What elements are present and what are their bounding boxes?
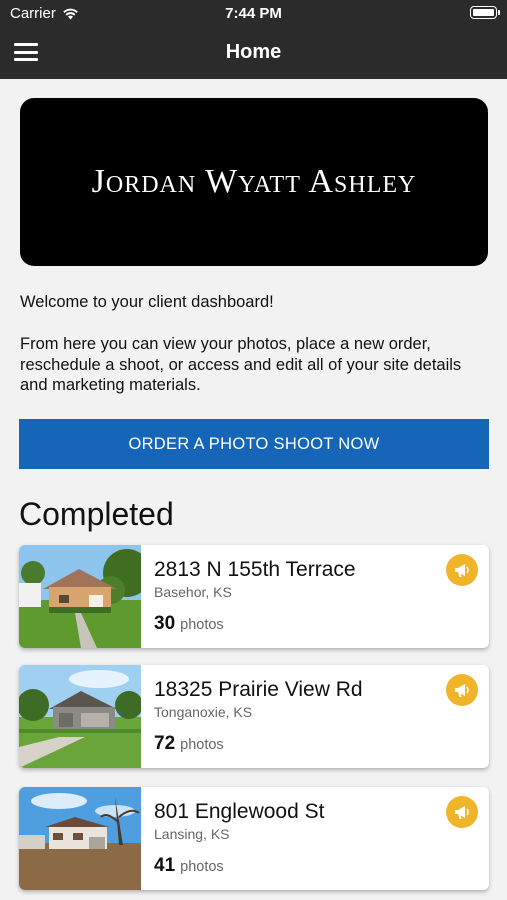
photo-count-value: 72	[154, 733, 176, 754]
photo-count-value: 41	[154, 855, 176, 876]
megaphone-icon[interactable]	[446, 796, 478, 828]
status-bar: Carrier 7:44 PM	[0, 0, 507, 26]
listing-city: Lansing, KS	[154, 826, 230, 842]
photo-count-label: photos	[180, 737, 224, 753]
listing-city: Tonganoxie, KS	[154, 704, 253, 720]
photo-count-value: 30	[154, 613, 176, 634]
listing-photo	[19, 665, 141, 768]
welcome-text: Welcome to your client dashboard!	[20, 293, 274, 311]
listing-photo-count: 41 photos	[154, 855, 224, 877]
photo-count-label: photos	[180, 617, 224, 633]
listing-photo-count: 30 photos	[154, 613, 224, 635]
listing-photo-count: 72 photos	[154, 733, 224, 755]
listing-photo	[19, 787, 141, 890]
page-title: Home	[225, 41, 282, 63]
listing-address: 18325 Prairie View Rd	[154, 678, 363, 701]
listing-city: Basehor, KS	[154, 584, 232, 600]
listing-card[interactable]: 2813 N 155th Terrace Basehor, KS 30 photo…	[19, 545, 489, 648]
nav-bar: Home	[0, 26, 507, 79]
listing-address: 801 Englewood St	[154, 800, 325, 823]
listing-address: 2813 N 155th Terrace	[154, 558, 356, 581]
battery-icon	[470, 6, 500, 19]
brand-logo: Jordan Wyatt Ashley	[20, 98, 488, 266]
listing-photo	[19, 545, 141, 648]
listing-card[interactable]: 18325 Prairie View Rd Tonganoxie, KS 72 p…	[19, 665, 489, 768]
status-time: 7:44 PM	[225, 5, 282, 22]
intro-text: From here you can view your photos, plac…	[20, 335, 462, 394]
listing-card[interactable]: 801 Englewood St Lansing, KS 41 photos	[19, 787, 489, 890]
photo-count-label: photos	[180, 859, 224, 875]
completed-heading: Completed	[19, 496, 174, 532]
brand-logo-text: Jordan Wyatt Ashley	[91, 163, 417, 200]
megaphone-icon[interactable]	[446, 554, 478, 586]
order-photo-shoot-button[interactable]: ORDER A PHOTO SHOOT NOW	[19, 419, 489, 469]
megaphone-icon[interactable]	[446, 674, 478, 706]
